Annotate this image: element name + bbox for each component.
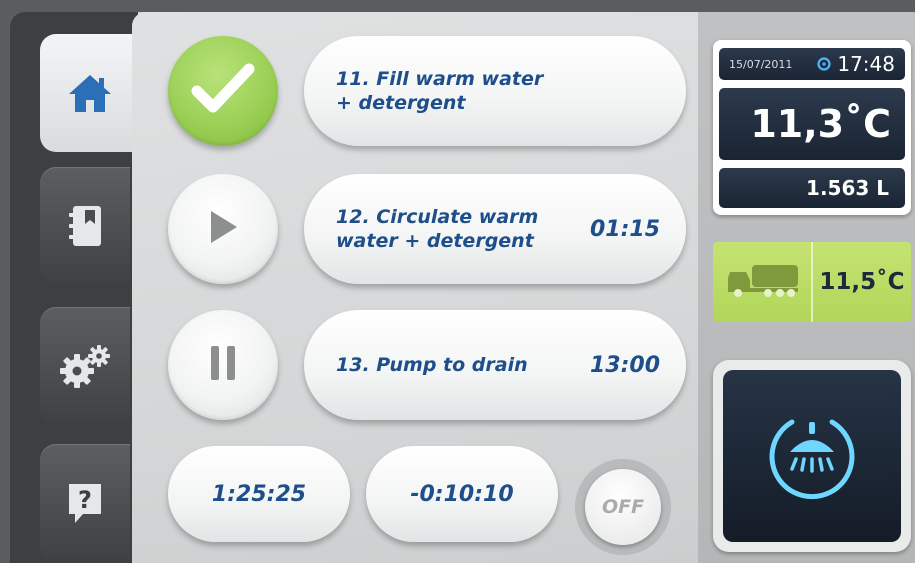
truck-icon-cell (713, 242, 813, 322)
tab-strip: ? (10, 12, 140, 563)
shower-power-icon (762, 404, 862, 508)
truck-icon (724, 260, 800, 304)
step-12-play-button[interactable] (168, 174, 278, 284)
status-box: 15/07/2011 17:48 11,3˚C 1.563 L (713, 40, 911, 215)
off-button[interactable]: OFF (585, 469, 661, 545)
remaining-time-display: -0:10:10 (366, 446, 558, 542)
step-11-row[interactable]: 11. Fill warm water + detergent (304, 36, 686, 146)
date-text: 15/07/2011 (729, 57, 793, 71)
step-time: 13:00 (589, 352, 660, 378)
tab-settings[interactable] (40, 307, 130, 425)
status-panel: 15/07/2011 17:48 11,3˚C 1.563 L 11,5˚C (698, 12, 915, 563)
step-time: 01:15 (589, 216, 660, 242)
wash-button[interactable] (713, 360, 911, 552)
pause-icon (208, 344, 238, 386)
truck-temperature: 11,5˚C (819, 269, 905, 295)
play-icon (207, 209, 239, 249)
datetime-bar: 15/07/2011 17:48 (719, 48, 905, 80)
step-13-row[interactable]: 13. Pump to drain 13:00 (304, 310, 686, 420)
off-button-ring: OFF (575, 459, 671, 555)
step-13-pause-button[interactable] (168, 310, 278, 420)
svg-text:?: ? (78, 486, 92, 514)
step-11-status-button[interactable] (168, 36, 278, 146)
screen: ? 11. Fill warm water + detergent 12. Ci… (10, 12, 915, 563)
tab-home[interactable] (40, 34, 140, 152)
checkmark-icon (191, 61, 255, 121)
tank-volume: 1.563 L (719, 168, 905, 208)
step-label: 11. Fill warm water + detergent (336, 68, 544, 114)
tab-logbook[interactable] (40, 167, 130, 285)
time-text: 17:48 (837, 52, 895, 76)
clock-icon (817, 52, 831, 76)
wash-button-face (723, 370, 901, 542)
step-label: 13. Pump to drain (336, 354, 528, 376)
gears-icon (59, 344, 111, 388)
elapsed-time-display: 1:25:25 (168, 446, 350, 542)
step-12-row[interactable]: 12. Circulate warm water + detergent 01:… (304, 174, 686, 284)
tank-temperature: 11,3˚C (719, 88, 905, 160)
clock: 17:48 (817, 52, 895, 76)
tab-help[interactable]: ? (40, 444, 130, 562)
home-icon (67, 72, 113, 114)
truck-panel[interactable]: 11,5˚C (713, 242, 911, 322)
help-icon: ? (65, 480, 105, 526)
logbook-icon (65, 204, 105, 248)
step-label: 12. Circulate warm water + detergent (336, 206, 539, 252)
